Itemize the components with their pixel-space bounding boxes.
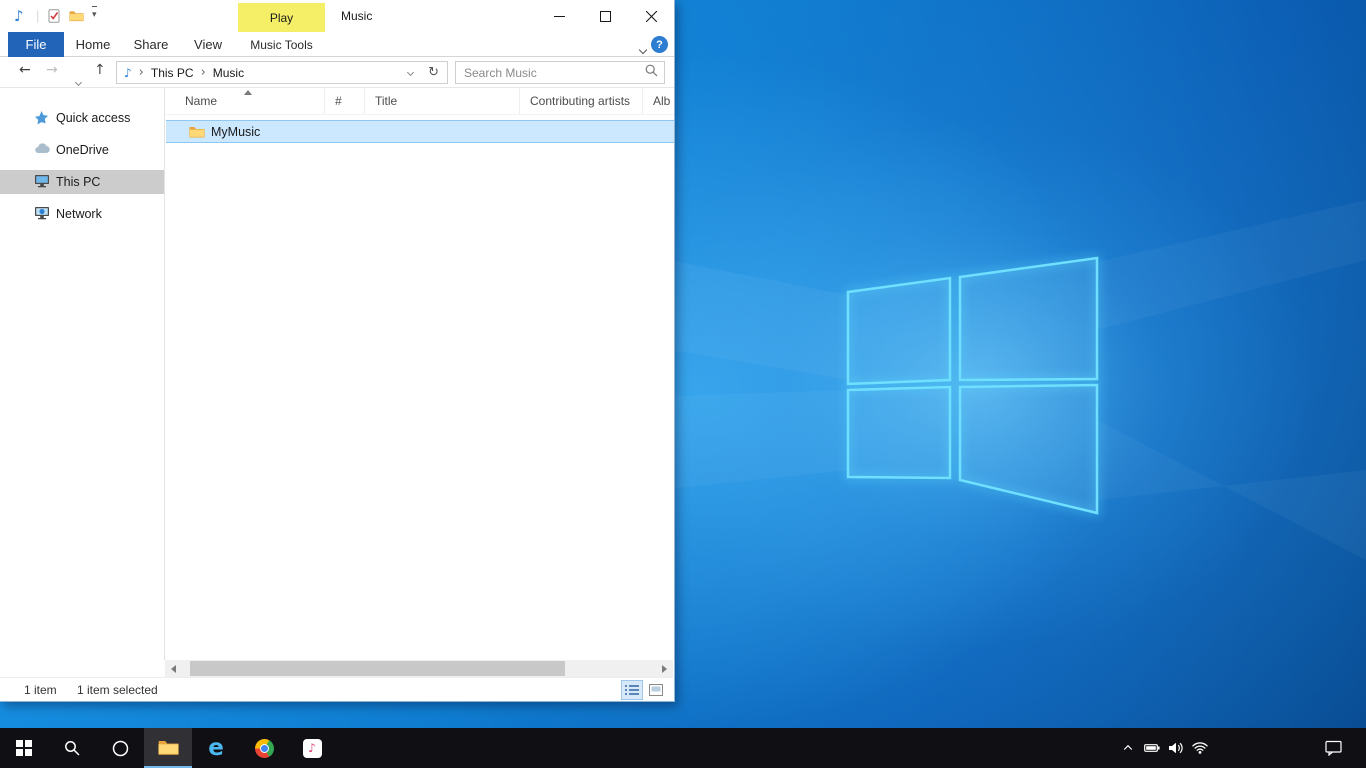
close-button[interactable]: [628, 0, 674, 32]
taskbar: e ♪: [0, 728, 1366, 768]
ribbon-tabs: File Home Share View Music Tools ?: [0, 32, 674, 57]
breadcrumb-separator: ›: [201, 65, 206, 80]
tab-home[interactable]: Home: [68, 32, 118, 57]
horizontal-scrollbar[interactable]: [165, 660, 673, 677]
system-tray: [1120, 728, 1208, 768]
breadcrumb-separator: ›: [139, 65, 144, 80]
window-controls: [536, 0, 674, 32]
network-monitor-icon: [34, 206, 50, 222]
view-buttons: [619, 680, 667, 700]
folder-icon: [189, 125, 205, 139]
qat-customize-dropdown-icon[interactable]: ▾: [92, 6, 97, 22]
battery-icon[interactable]: [1144, 740, 1160, 756]
scroll-right-icon[interactable]: [656, 660, 673, 677]
window-title: Music: [341, 9, 372, 23]
back-button[interactable]: ←: [19, 62, 31, 78]
file-list: Name # Title Contributing artists Alb My…: [166, 88, 674, 660]
sidebar-item-label: Quick access: [56, 111, 130, 125]
refresh-icon[interactable]: ↻: [420, 65, 447, 80]
itunes-icon[interactable]: ♪: [288, 728, 336, 768]
file-name: MyMusic: [211, 125, 260, 139]
qat-new-folder-icon[interactable]: [68, 8, 84, 24]
sort-ascending-icon: [244, 90, 252, 95]
breadcrumb-music[interactable]: Music: [213, 66, 244, 80]
sidebar-item-network[interactable]: Network: [0, 202, 164, 226]
file-explorer-taskbar-icon[interactable]: [144, 728, 192, 768]
sidebar-item-label: Network: [56, 207, 102, 221]
explorer-window: ♪ | ▾ Play Music: [0, 0, 675, 702]
large-icons-view-button[interactable]: [645, 680, 667, 700]
desktop: ♪ | ▾ Play Music: [0, 0, 1366, 768]
app-music-icon: ♪: [14, 8, 24, 24]
titlebar[interactable]: ♪ | ▾ Play Music: [0, 0, 674, 32]
tab-play[interactable]: Play: [238, 3, 325, 32]
item-count: 1 item: [24, 683, 57, 697]
column-headers: Name # Title Contributing artists Alb: [166, 88, 674, 115]
start-button[interactable]: [0, 728, 48, 768]
quick-access-star-icon: [34, 110, 50, 126]
tab-file[interactable]: File: [8, 32, 64, 57]
column-header-title[interactable]: Title: [365, 88, 520, 114]
onedrive-cloud-icon: [34, 142, 50, 158]
sidebar-item-this-pc[interactable]: This PC: [0, 170, 164, 194]
titlebar-separator: |: [36, 8, 39, 23]
tab-share[interactable]: Share: [124, 32, 178, 57]
up-button[interactable]: ↑: [94, 62, 106, 78]
address-music-icon: ♪: [124, 66, 132, 80]
chrome-icon[interactable]: [240, 728, 288, 768]
address-bar[interactable]: ♪ › This PC › Music ↻: [116, 61, 448, 84]
tab-music-tools[interactable]: Music Tools: [238, 32, 325, 57]
sidebar-item-label: This PC: [56, 175, 100, 189]
maximize-button[interactable]: [582, 0, 628, 32]
search-icon[interactable]: [645, 64, 658, 82]
help-icon[interactable]: ?: [651, 36, 668, 53]
minimize-button[interactable]: [536, 0, 582, 32]
column-header-number[interactable]: #: [325, 88, 365, 114]
wifi-icon[interactable]: [1192, 740, 1208, 756]
search-input[interactable]: [456, 66, 645, 80]
selection-count: 1 item selected: [77, 683, 158, 697]
sidebar-item-onedrive[interactable]: OneDrive: [0, 138, 164, 162]
tab-play-label: Play: [270, 11, 293, 25]
column-header-contributing-artists[interactable]: Contributing artists: [520, 88, 643, 114]
details-view-button[interactable]: [621, 680, 643, 700]
tab-view[interactable]: View: [184, 32, 232, 57]
file-row-mymusic[interactable]: MyMusic: [166, 120, 674, 143]
edge-icon[interactable]: e: [192, 728, 240, 768]
search-box[interactable]: [455, 61, 665, 84]
navigation-toolbar: ← → ↑ ♪ › This PC › Music ↻: [0, 57, 674, 88]
column-header-album[interactable]: Alb: [643, 88, 674, 114]
recent-locations-dropdown-icon[interactable]: [76, 72, 81, 88]
status-bar: 1 item 1 item selected: [0, 677, 673, 701]
qat-properties-icon[interactable]: [46, 8, 62, 24]
this-pc-monitor-icon: [34, 174, 50, 190]
show-hidden-icons-chevron[interactable]: [1120, 740, 1136, 756]
address-dropdown-icon[interactable]: [401, 64, 420, 82]
sidebar-item-quick-access[interactable]: Quick access: [0, 106, 164, 130]
window-body: Quick access OneDrive This PC: [0, 88, 674, 660]
volume-icon[interactable]: [1168, 740, 1184, 756]
action-center-icon[interactable]: [1325, 740, 1342, 756]
cortana-icon[interactable]: [96, 728, 144, 768]
breadcrumb-this-pc[interactable]: This PC: [151, 66, 194, 80]
forward-button[interactable]: →: [46, 62, 58, 78]
navigation-pane: Quick access OneDrive This PC: [0, 88, 165, 660]
scrollbar-thumb[interactable]: [190, 661, 565, 676]
taskbar-search-icon[interactable]: [48, 728, 96, 768]
sidebar-item-label: OneDrive: [56, 143, 109, 157]
scroll-left-icon[interactable]: [165, 660, 182, 677]
collapse-ribbon-icon[interactable]: [640, 40, 646, 58]
